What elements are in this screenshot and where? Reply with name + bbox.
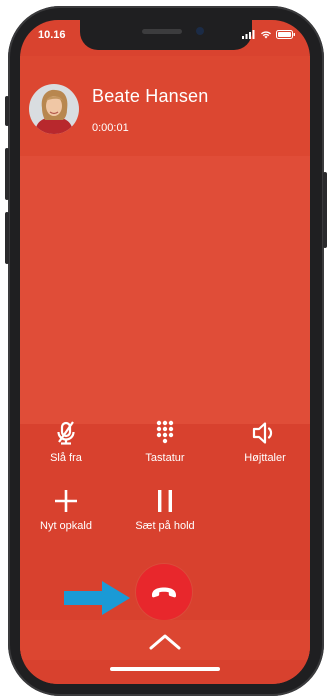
add-call-button[interactable]: Nyt opkald — [26, 486, 106, 532]
hangup-button[interactable] — [136, 564, 192, 620]
avatar — [29, 84, 79, 134]
speaker-icon — [252, 422, 273, 444]
hold-button[interactable]: Sæt på hold — [125, 486, 205, 532]
signal-icon — [242, 30, 255, 39]
hold-label: Sæt på hold — [135, 520, 195, 532]
arrow-right-icon — [64, 581, 130, 615]
mute-button[interactable]: Slå fra — [26, 418, 106, 464]
keypad-icon — [156, 420, 174, 444]
wifi-icon — [261, 31, 271, 39]
notch — [80, 20, 252, 50]
microphone-off-icon — [57, 421, 75, 445]
front-camera — [196, 27, 204, 35]
call-duration: 0:00:01 — [92, 122, 129, 134]
speaker-button[interactable]: Højttaler — [225, 418, 305, 464]
add-call-label: Nyt opkald — [40, 520, 92, 532]
chevron-up-icon[interactable] — [147, 632, 183, 652]
status-icons — [242, 30, 296, 39]
side-button-silent — [5, 96, 9, 126]
speaker-label: Højttaler — [244, 452, 286, 464]
home-indicator[interactable] — [110, 667, 220, 671]
plus-icon — [55, 490, 77, 512]
mute-label: Slå fra — [50, 452, 82, 464]
caller-name: Beate Hansen — [92, 86, 209, 106]
keypad-label: Tastatur — [145, 452, 185, 464]
side-button-volume-down — [5, 212, 9, 264]
earpiece — [142, 29, 182, 34]
pause-icon — [158, 490, 172, 512]
call-screen: 10.16 Beate Hansen 0:00:01 Slå fra Tasta… — [20, 20, 310, 684]
keypad-button[interactable]: Tastatur — [125, 418, 205, 464]
side-button-power — [323, 172, 327, 248]
side-button-volume-up — [5, 148, 9, 200]
phone-hangup-icon — [152, 587, 176, 598]
status-time: 10.16 — [38, 29, 66, 41]
call-area — [20, 156, 310, 424]
battery-icon — [276, 30, 295, 39]
